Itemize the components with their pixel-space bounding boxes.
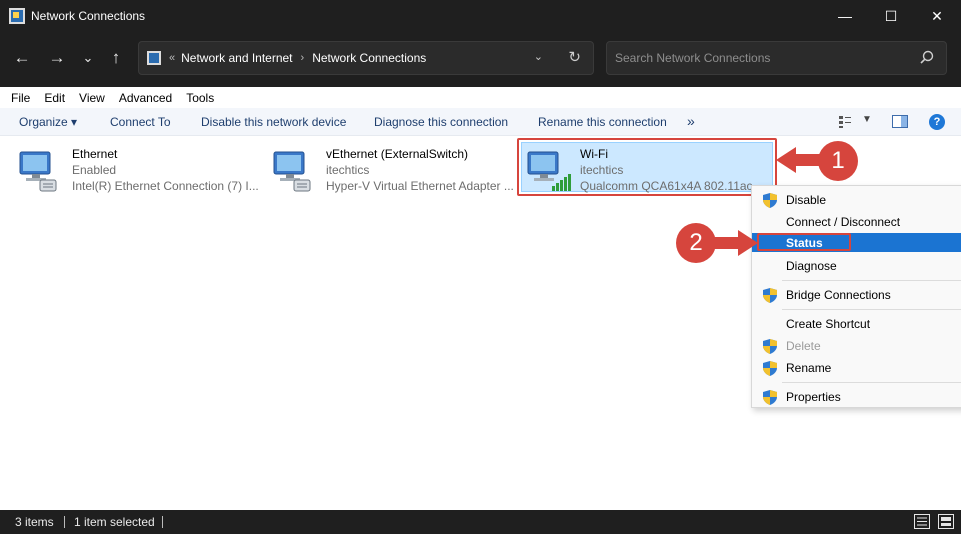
menu-edit[interactable]: Edit [44,91,65,105]
breadcrumb-network-and-internet[interactable]: Network and Internet [181,51,292,65]
network-connections-app-icon [9,8,25,24]
menu-item-label: Disable [786,193,827,207]
item-name: Ethernet [72,147,118,161]
breadcrumb-network-connections[interactable]: Network Connections [312,51,426,65]
preview-pane-icon[interactable] [892,115,908,131]
menu-view[interactable]: View [79,91,105,105]
vethernet-adapter-icon [273,151,311,192]
back-arrow-icon[interactable]: ← [8,44,36,72]
menu-item-label: Connect / Disconnect [786,215,901,229]
search-icon[interactable] [920,50,934,67]
maximize-button[interactable]: ☐ [868,0,914,32]
menu-item-create-shortcut[interactable]: Create Shortcut [752,313,961,335]
ethernet-adapter-icon [19,151,57,192]
help-icon[interactable]: ? [929,114,945,130]
search-box[interactable] [606,41,947,75]
connect-to-button[interactable]: Connect To [110,115,171,129]
rename-connection-button[interactable]: Rename this connection [538,115,667,129]
uac-shield-icon [763,361,777,376]
details-view-icon[interactable] [914,514,930,532]
uac-shield-icon [763,288,777,303]
wifi-annotation-box [517,138,777,196]
status-bar: 3 items 1 item selected [0,510,961,534]
disable-device-button[interactable]: Disable this network device [201,115,346,129]
up-arrow-icon[interactable]: ↑ [102,44,130,72]
address-bar[interactable]: « Network and Internet › Network Connect… [138,41,594,75]
breadcrumb-overflow-icon[interactable]: « [169,52,175,64]
address-dropdown-chevron-icon[interactable]: ⌄ [534,50,543,63]
title-bar: Network Connections — ☐ ✕ [0,0,961,32]
menu-item-diagnose[interactable]: Diagnose [752,255,961,277]
callout-arrow-2-icon [712,230,758,256]
status-annotation-box [757,233,851,251]
menu-tools[interactable]: Tools [186,91,214,105]
menu-item-label: Diagnose [786,259,837,273]
menu-advanced[interactable]: Advanced [119,91,172,105]
breadcrumb-separator-icon[interactable]: › [301,52,305,64]
address-row: ← → ⌄ ↑ « Network and Internet › Network… [0,32,961,87]
search-input[interactable] [615,51,915,65]
change-view-icon[interactable] [838,115,852,132]
network-item-vethernet[interactable]: vEthernet (ExternalSwitch) itechtics Hyp… [272,146,522,196]
more-commands-chevron-icon[interactable]: » [687,113,695,129]
menu-divider [782,280,961,281]
menu-divider [782,382,961,383]
items-count: 3 items [15,515,54,529]
close-button[interactable]: ✕ [914,0,960,32]
menu-item-label: Create Shortcut [786,317,871,331]
control-panel-icon [147,51,161,65]
uac-shield-icon [763,193,777,208]
item-name: vEthernet (ExternalSwitch) [326,147,469,161]
context-menu: Disable Connect / Disconnect Status Diag… [751,185,961,408]
item-status: Enabled [72,163,117,177]
command-bar: Organize ▾ Connect To Disable this netwo… [0,108,961,136]
diagnose-connection-button[interactable]: Diagnose this connection [374,115,508,129]
uac-shield-icon [763,339,777,354]
menu-bar: File Edit View Advanced Tools [0,87,961,108]
menu-file[interactable]: File [11,91,30,105]
large-icons-view-icon[interactable] [938,514,954,532]
menu-item-label: Bridge Connections [786,288,891,302]
status-divider [162,516,163,528]
item-status: itechtics [326,163,370,177]
menu-item-rename[interactable]: Rename [752,357,961,379]
menu-item-label: Delete [786,339,821,353]
menu-item-delete: Delete [752,335,961,357]
menu-item-properties[interactable]: Properties [752,386,961,408]
refresh-icon[interactable]: ↻ [568,48,581,66]
uac-shield-icon [763,390,777,405]
callout-badge-1: 1 [818,141,858,181]
callout-badge-2: 2 [676,223,716,263]
menu-item-label: Properties [786,390,841,404]
menu-divider [782,309,961,310]
selected-count: 1 item selected [74,515,155,529]
status-divider [64,516,65,528]
organize-button[interactable]: Organize ▾ [19,115,77,129]
recent-locations-chevron-icon[interactable]: ⌄ [74,44,102,72]
forward-arrow-icon[interactable]: → [43,44,71,72]
menu-item-disable[interactable]: Disable [752,189,961,211]
menu-item-bridge-connections[interactable]: Bridge Connections [752,284,961,306]
item-device: Intel(R) Ethernet Connection (7) I... [72,179,259,193]
item-device: Hyper-V Virtual Ethernet Adapter ... [326,179,514,193]
window-title: Network Connections [31,9,146,23]
minimize-button[interactable]: — [822,0,868,32]
menu-item-label: Rename [786,361,832,375]
callout-arrow-1-icon [776,147,824,173]
network-item-ethernet[interactable]: Ethernet Enabled Intel(R) Ethernet Conne… [18,146,268,196]
menu-item-connect-disconnect[interactable]: Connect / Disconnect [752,211,961,233]
view-options-dropdown-icon[interactable]: ▼ [862,114,872,125]
